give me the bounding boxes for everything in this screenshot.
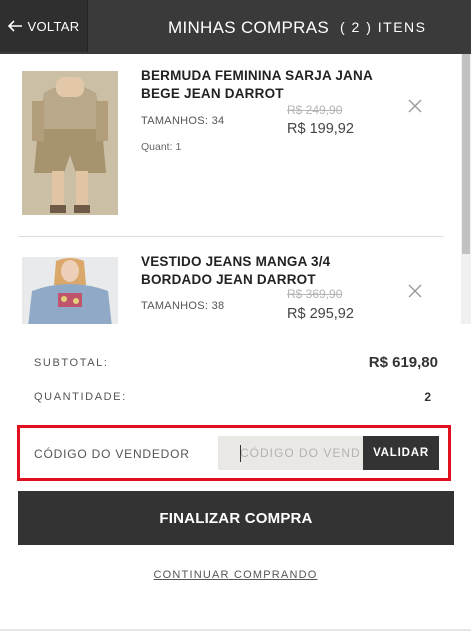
back-button[interactable]: VOLTAR: [0, 0, 88, 52]
subtotal-label: SUBTOTAL:: [34, 357, 109, 369]
product-size: TAMANHOS: 38: [141, 300, 225, 312]
continue-shopping-link[interactable]: CONTINUAR COMPRANDO: [0, 569, 471, 581]
product-name[interactable]: BERMUDA FEMININA SARJA JANA BEGE JEAN DA…: [141, 67, 401, 103]
product-name[interactable]: VESTIDO JEANS MANGA 3/4 BORDADO JEAN DAR…: [141, 253, 401, 289]
cart-item: VESTIDO JEANS MANGA 3/4 BORDADO JEAN DAR…: [0, 236, 460, 324]
cart-item: BERMUDA FEMININA SARJA JANA BEGE JEAN DA…: [0, 54, 460, 224]
product-image[interactable]: [22, 71, 118, 215]
item-count: ( 2 ) ITENS: [340, 19, 427, 35]
product-old-price: R$ 369,90: [287, 287, 343, 301]
text-cursor: [240, 445, 241, 462]
product-old-price: R$ 249,90: [287, 103, 343, 117]
product-quantity: Quant: 1: [141, 141, 182, 153]
product-image[interactable]: [22, 257, 118, 324]
seller-code-section: CÓDIGO DO VENDEDOR VALIDAR: [17, 425, 451, 481]
back-label: VOLTAR: [27, 18, 80, 34]
cart-header: VOLTAR MINHAS COMPRAS ( 2 ) ITENS: [0, 0, 471, 54]
product-size: TAMANHOS: 34: [141, 115, 225, 127]
subtotal-value: R$ 619,80: [368, 354, 438, 371]
close-icon[interactable]: [407, 98, 423, 114]
quantity-label: QUANTIDADE:: [34, 391, 127, 403]
cart-items-list[interactable]: BERMUDA FEMININA SARJA JANA BEGE JEAN DA…: [0, 54, 471, 324]
validate-button[interactable]: VALIDAR: [363, 436, 439, 470]
finalize-purchase-button[interactable]: FINALIZAR COMPRA: [18, 491, 454, 545]
seller-code-label: CÓDIGO DO VENDEDOR: [34, 447, 190, 461]
scrollbar-thumb[interactable]: [462, 54, 470, 254]
close-icon[interactable]: [407, 283, 423, 299]
product-price: R$ 295,92: [287, 306, 354, 322]
page-title: MINHAS COMPRAS: [168, 18, 329, 37]
product-price: R$ 199,92: [287, 121, 354, 137]
scrollbar[interactable]: [461, 54, 471, 324]
quantity-value: 2: [424, 390, 431, 404]
arrow-left-icon: [7, 20, 22, 32]
